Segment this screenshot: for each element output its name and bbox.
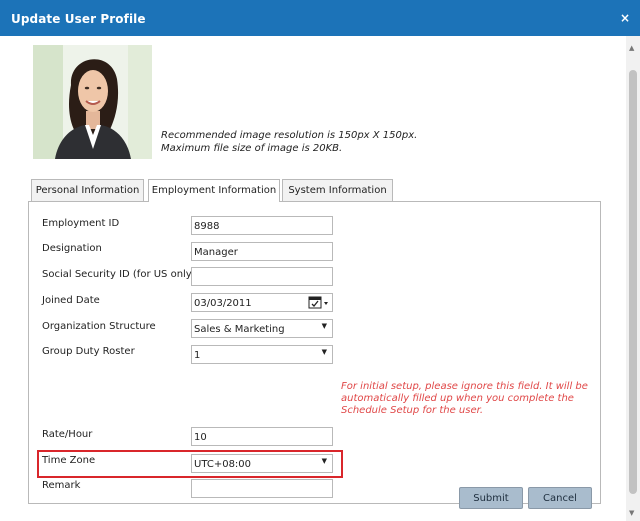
designation-label: Designation <box>42 243 102 254</box>
cancel-button[interactable]: Cancel <box>528 487 592 509</box>
photo-note-line-2: Maximum file size of image is 20KB. <box>161 143 343 154</box>
designation-input[interactable]: Manager <box>191 242 333 261</box>
duty-roster-value: 1 <box>194 350 201 361</box>
employment-id-input[interactable]: 8988 <box>191 216 333 235</box>
tab-employment-information[interactable]: Employment Information <box>148 179 280 202</box>
calendar-icon[interactable] <box>308 295 330 310</box>
photo-note-line-1: Recommended image resolution is 150px X … <box>161 130 418 141</box>
photo-requirements-note: Recommended image resolution is 150px X … <box>161 129 417 155</box>
scrollbar-thumb[interactable] <box>629 70 637 494</box>
remark-input[interactable] <box>191 479 333 498</box>
employment-id-label: Employment ID <box>42 218 120 229</box>
dialog-content: Recommended image resolution is 150px X … <box>0 36 626 521</box>
ssn-input[interactable] <box>191 267 333 286</box>
joined-date-label: Joined Date <box>42 295 100 306</box>
org-structure-label: Organization Structure <box>42 321 156 332</box>
chevron-down-icon: ▼ <box>321 457 327 465</box>
vertical-scrollbar[interactable]: ▲ ▼ <box>626 36 640 521</box>
duty-roster-hint: For initial setup, please ignore this fi… <box>341 381 588 416</box>
rate-hour-input[interactable]: 10 <box>191 427 333 446</box>
profile-photo-image <box>33 45 152 159</box>
close-icon[interactable]: × <box>620 11 630 25</box>
org-structure-value: Sales & Marketing <box>194 324 285 335</box>
tab-personal-information[interactable]: Personal Information <box>31 179 144 201</box>
tab-system-information[interactable]: System Information <box>282 179 393 201</box>
submit-button[interactable]: Submit <box>459 487 523 509</box>
designation-value: Manager <box>194 247 238 258</box>
ssn-label: Social Security ID (for US only) <box>42 269 196 280</box>
chevron-down-icon: ▼ <box>321 348 327 356</box>
profile-photo[interactable] <box>33 45 152 159</box>
joined-date-value: 03/03/2011 <box>194 298 252 309</box>
employment-id-value: 8988 <box>194 221 220 232</box>
duty-roster-label: Group Duty Roster <box>42 346 135 357</box>
dialog-title: Update User Profile <box>11 12 146 26</box>
rate-hour-value: 10 <box>194 432 207 443</box>
employment-information-panel: Employment ID 8988 Designation Manager S… <box>28 201 601 504</box>
scroll-up-icon[interactable]: ▲ <box>629 44 634 52</box>
remark-label: Remark <box>42 480 81 491</box>
rate-hour-label: Rate/Hour <box>42 429 93 440</box>
time-zone-value: UTC+08:00 <box>194 459 252 470</box>
update-user-profile-dialog: Update User Profile × Recommended image … <box>0 0 640 521</box>
chevron-down-icon: ▼ <box>321 322 327 330</box>
time-zone-label: Time Zone <box>42 455 96 466</box>
time-zone-select[interactable]: UTC+08:00 ▼ <box>191 454 333 473</box>
joined-date-input[interactable]: 03/03/2011 <box>191 293 333 312</box>
duty-roster-select[interactable]: 1 ▼ <box>191 345 333 364</box>
dialog-titlebar: Update User Profile × <box>0 0 640 36</box>
org-structure-select[interactable]: Sales & Marketing ▼ <box>191 319 333 338</box>
scroll-down-icon[interactable]: ▼ <box>629 509 634 517</box>
